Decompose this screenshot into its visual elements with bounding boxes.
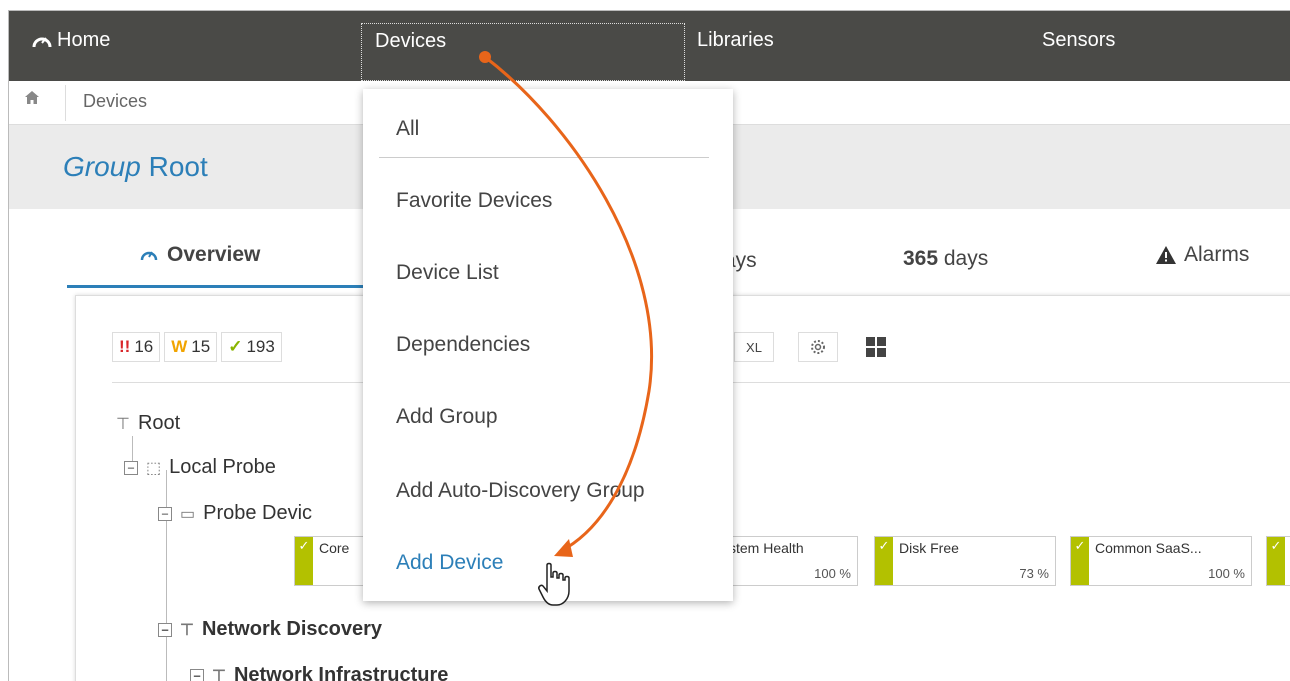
group-icon: ⊤ (116, 415, 130, 433)
collapse-toggle[interactable]: − (158, 622, 172, 637)
sensor-tile[interactable]: ✓ (1266, 536, 1290, 586)
breadcrumb-separator (65, 85, 66, 121)
ok-status-bar: ✓ (1071, 537, 1089, 585)
warning-icon: W (171, 337, 188, 356)
ok-status-bar: ✓ (875, 537, 893, 585)
page-title-prefix: Group (63, 151, 141, 182)
collapse-toggle[interactable]: − (158, 506, 172, 521)
tree-node-probe-device[interactable]: − ▭ Probe Devic (158, 502, 312, 525)
menu-item-favorite-devices[interactable]: Favorite Devices (396, 189, 552, 213)
menu-item-dependencies[interactable]: Dependencies (396, 333, 530, 357)
breadcrumb-devices[interactable]: Devices (83, 91, 147, 112)
nav-libraries-label: Libraries (697, 29, 774, 51)
tab-365-unit: days (938, 247, 989, 270)
tree-node-root[interactable]: ⊤ Root (116, 412, 180, 435)
device-icon: ▭ (180, 505, 196, 523)
size-xl-button[interactable]: XL (734, 332, 774, 362)
house-icon[interactable] (25, 91, 39, 107)
group-icon: ⊤ (180, 621, 194, 639)
sensor-value: 100 % (1208, 566, 1245, 581)
nav-libraries[interactable]: Libraries (697, 29, 774, 52)
tree-node-label: Probe Devic (203, 502, 313, 524)
error-count: 16 (134, 337, 154, 356)
tree-node-label: Root (137, 412, 181, 434)
group-icon: ⊤ (212, 667, 226, 681)
tree-node-label: Network Infrastructure (233, 664, 449, 681)
menu-item-all[interactable]: All (396, 117, 419, 141)
tree-node-local-probe[interactable]: − ⬚ Local Probe (124, 456, 276, 479)
tab-alarms-label: Alarms (1184, 243, 1250, 266)
tree-node-label: Network Discovery (201, 618, 383, 640)
menu-item-add-group[interactable]: Add Group (396, 405, 498, 429)
ok-status-bar: ✓ (1267, 537, 1285, 585)
ok-status-bar: ✓ (295, 537, 313, 585)
tree-node-label: Local Probe (169, 456, 276, 478)
error-icon: !! (119, 337, 131, 356)
collapse-toggle[interactable]: − (124, 460, 138, 475)
tab-alarms[interactable]: Alarms (1156, 243, 1249, 267)
active-tab-indicator (67, 285, 367, 288)
nav-home[interactable]: Home (31, 29, 110, 52)
nav-home-label: Home (57, 29, 111, 51)
devices-dropdown-menu: All Favorite Devices Device List Depende… (363, 89, 733, 601)
menu-item-device-list[interactable]: Device List (396, 261, 499, 285)
status-badge-error[interactable]: !! 16 (112, 332, 161, 362)
tab-overview-label: Overview (167, 243, 261, 266)
tab-365-days[interactable]: 365 days (903, 247, 988, 271)
sensor-value: 100 % (814, 566, 851, 581)
settings-gear-button[interactable] (798, 332, 838, 362)
home-gauge-icon (32, 36, 52, 47)
status-badge-ok[interactable]: ✓ 193 (221, 332, 282, 362)
probe-icon: ⬚ (146, 459, 162, 477)
tab-overview[interactable]: Overview (139, 243, 260, 267)
tile-view-button[interactable] (856, 332, 896, 362)
app-window: Home Devices Libraries Sensors Devices G… (8, 10, 1290, 681)
grid-icon (866, 337, 886, 357)
menu-divider (379, 157, 709, 158)
gauge-icon (140, 251, 158, 261)
collapse-toggle[interactable]: − (190, 668, 204, 681)
status-summary: !! 16 W 15 ✓ 193 (112, 332, 282, 362)
warning-triangle-icon (1156, 246, 1176, 264)
warning-count: 15 (191, 337, 211, 356)
gear-icon (811, 340, 825, 354)
sensor-value: 73 % (1019, 566, 1049, 581)
page-title-name: Root (148, 151, 208, 182)
ok-count: 193 (246, 337, 275, 356)
tab-365-number: 365 (903, 247, 939, 270)
sensor-name: Common SaaS... (1095, 540, 1202, 556)
nav-devices-label: Devices (375, 30, 447, 52)
sensor-tile[interactable]: ✓ Common SaaS... 100 % (1070, 536, 1252, 586)
sensor-tile[interactable]: ✓ Disk Free 73 % (874, 536, 1056, 586)
sensor-name: Core (319, 540, 350, 556)
menu-item-add-auto-discovery-group[interactable]: Add Auto-Discovery Group (396, 479, 645, 503)
page-title: Group Root (63, 151, 208, 183)
top-nav-bar: Home Devices Libraries Sensors (9, 11, 1290, 81)
sensor-name: Disk Free (899, 540, 959, 556)
nav-sensors[interactable]: Sensors (1042, 29, 1115, 52)
tree-node-network-infrastructure[interactable]: − ⊤ Network Infrastructure (190, 664, 448, 681)
tree-node-network-discovery[interactable]: − ⊤ Network Discovery (158, 618, 382, 641)
status-badge-warning[interactable]: W 15 (164, 332, 218, 362)
sensor-name: stem Health (729, 540, 804, 556)
nav-sensors-label: Sensors (1042, 29, 1116, 51)
menu-item-add-device[interactable]: Add Device (396, 551, 503, 575)
check-icon: ✓ (228, 337, 243, 356)
nav-devices[interactable]: Devices (361, 23, 685, 81)
